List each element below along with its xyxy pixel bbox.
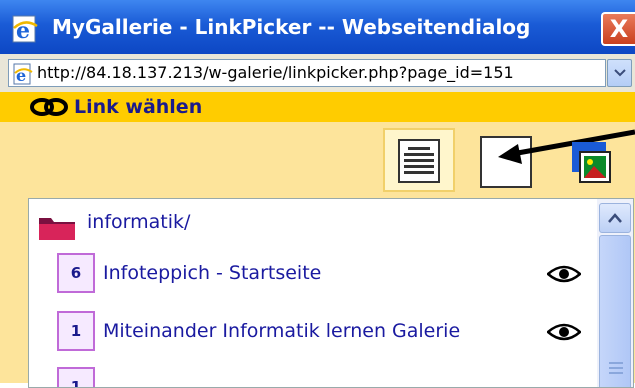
address-dropdown-button[interactable]: [607, 59, 632, 87]
list-view-button[interactable]: [383, 128, 455, 192]
eye-icon[interactable]: [547, 323, 581, 341]
vertical-scrollbar[interactable]: [597, 199, 633, 387]
link-icon: [30, 98, 68, 116]
ie-page-icon: e: [12, 15, 38, 44]
page-link[interactable]: Infoteppich - Startseite: [103, 262, 321, 284]
close-button[interactable]: X: [601, 12, 635, 46]
page-tree-panel: informatik/ 6 Infoteppich - Startseite 1…: [28, 198, 634, 388]
window-title: MyGallerie - LinkPicker -- Webseitendial…: [52, 15, 531, 39]
gallery-view-button[interactable]: [566, 140, 614, 188]
scroll-thumb[interactable]: [599, 235, 631, 387]
link-toolbar: Link wählen: [0, 92, 635, 123]
list-view-icon: [398, 139, 440, 183]
address-bar: e http://84.18.137.213/w-galerie/linkpic…: [0, 54, 635, 92]
scroll-up-button[interactable]: [599, 203, 631, 233]
page-link[interactable]: Miteinander Informatik lernen Galerie: [103, 320, 460, 342]
toolbar-title: Link wählen: [74, 96, 203, 118]
page-id-badge: 1: [57, 311, 95, 351]
page-id-badge: 6: [57, 253, 95, 293]
chevron-down-icon: [614, 69, 626, 77]
folder-icon: [39, 218, 75, 240]
ie-page-icon: e: [13, 63, 33, 85]
page-id-badge: 1: [57, 367, 95, 387]
title-bar: e MyGallerie - LinkPicker -- Webseitendi…: [0, 0, 635, 54]
folder-name[interactable]: informatik/: [87, 211, 190, 233]
address-url: http://84.18.137.213/w-galerie/linkpicke…: [37, 63, 514, 82]
address-field[interactable]: e http://84.18.137.213/w-galerie/linkpic…: [8, 59, 606, 87]
gallery-view-icon: [572, 142, 611, 183]
scroll-up-icon: [608, 213, 622, 223]
eye-icon[interactable]: [547, 265, 581, 283]
